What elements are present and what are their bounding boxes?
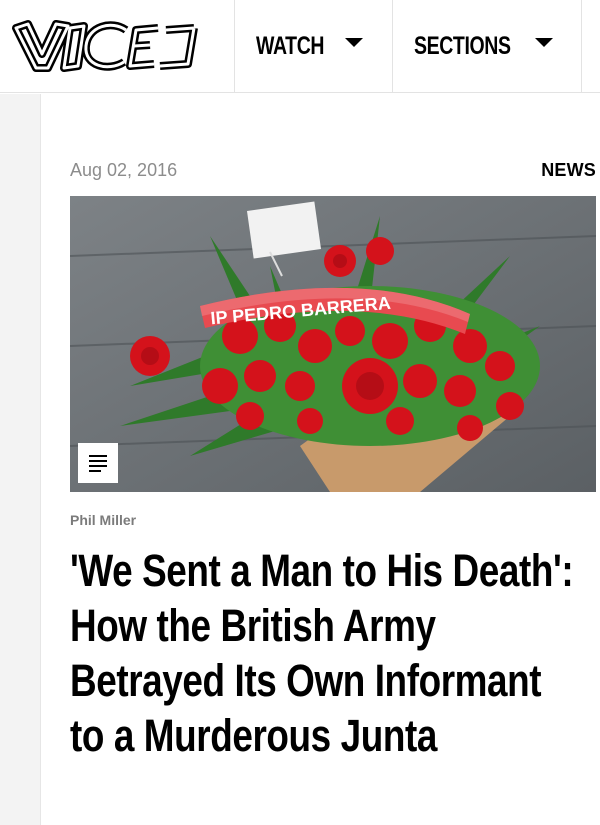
hero-image[interactable]: IP PEDRO BARRERA <box>70 196 596 492</box>
author-link[interactable]: Phil Miller <box>70 512 136 528</box>
chevron-down-icon <box>345 38 363 47</box>
article-title[interactable]: 'We Sent a Man to His Death': How the Br… <box>70 543 578 763</box>
article-lines-icon <box>89 454 107 457</box>
site-header: WATCH SECTIONS <box>0 0 600 93</box>
nav-watch-label: WATCH <box>256 32 325 60</box>
article-date: Aug 02, 2016 <box>70 160 178 180</box>
left-gutter <box>0 94 41 825</box>
wreath-photo: IP PEDRO BARRERA <box>70 196 596 492</box>
nav-sections-label: SECTIONS <box>414 32 511 60</box>
vice-logo[interactable] <box>8 14 204 78</box>
vice-logo-mark <box>12 20 198 72</box>
category-link[interactable]: NEWS <box>541 160 596 181</box>
nav-sections[interactable]: SECTIONS <box>392 0 582 93</box>
nav-watch[interactable]: WATCH <box>234 0 392 93</box>
chevron-down-icon <box>535 38 553 47</box>
article-type-badge <box>78 443 118 483</box>
